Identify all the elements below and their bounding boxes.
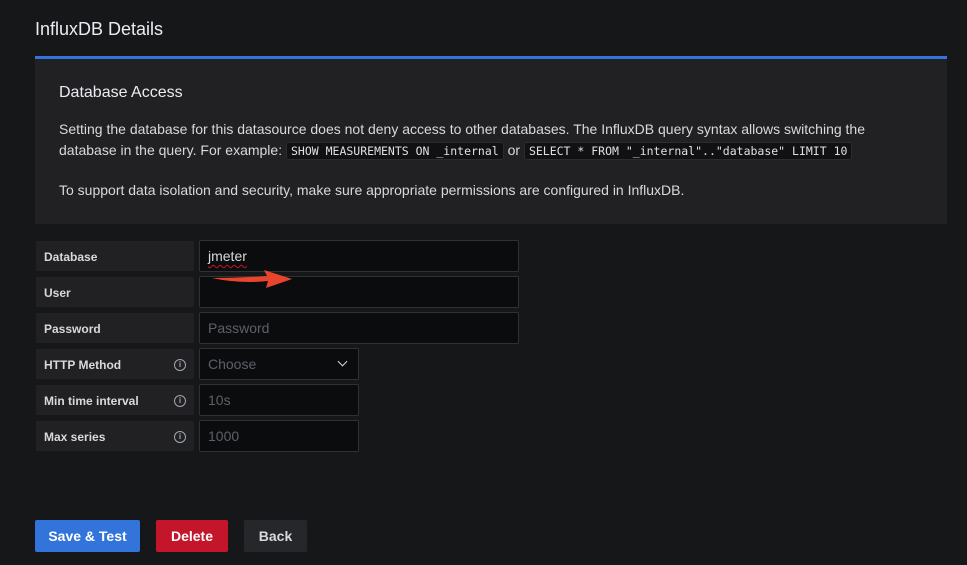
code-example-1: SHOW MEASUREMENTS ON _internal <box>285 142 504 160</box>
section-title: InfluxDB Details <box>35 19 164 39</box>
or-text: or <box>507 142 521 158</box>
info-circle-icon[interactable]: i <box>174 395 186 407</box>
min-time-interval-label: Min time interval i <box>35 384 195 416</box>
http-method-placeholder: Choose <box>208 356 257 372</box>
info-circle-icon[interactable]: i <box>174 359 186 371</box>
min-time-interval-label-text: Min time interval <box>44 394 139 408</box>
back-button[interactable]: Back <box>244 520 307 552</box>
password-label: Password <box>35 312 195 344</box>
http-method-select[interactable]: Choose <box>199 348 359 380</box>
code-example-2: SELECT * FROM "_internal".."database" LI… <box>523 142 853 160</box>
info-circle-icon[interactable]: i <box>174 431 186 443</box>
max-series-placeholder: 1000 <box>208 428 240 444</box>
chevron-down-icon <box>337 356 348 367</box>
password-input[interactable]: Password <box>199 312 519 344</box>
info-paragraph-2: To support data isolation and security, … <box>59 182 685 198</box>
min-time-interval-placeholder: 10s <box>208 392 231 408</box>
database-access-info: Database Access Setting the database for… <box>35 56 947 224</box>
http-method-label: HTTP Method i <box>35 348 195 380</box>
info-paragraph-1: Setting the database for this datasource… <box>59 119 909 162</box>
max-series-input[interactable]: 1000 <box>199 420 359 452</box>
database-label: Database <box>35 240 195 272</box>
min-time-interval-input[interactable]: 10s <box>199 384 359 416</box>
max-series-label-text: Max series <box>44 430 106 444</box>
info-title: Database Access <box>59 84 183 101</box>
max-series-label: Max series i <box>35 420 195 452</box>
database-value: jmeter <box>208 248 247 264</box>
http-method-label-text: HTTP Method <box>44 358 122 372</box>
delete-button[interactable]: Delete <box>156 520 228 552</box>
arrow-right-icon <box>212 270 292 288</box>
save-test-button[interactable]: Save & Test <box>35 520 140 552</box>
password-placeholder: Password <box>208 320 270 336</box>
user-label: User <box>35 276 195 308</box>
